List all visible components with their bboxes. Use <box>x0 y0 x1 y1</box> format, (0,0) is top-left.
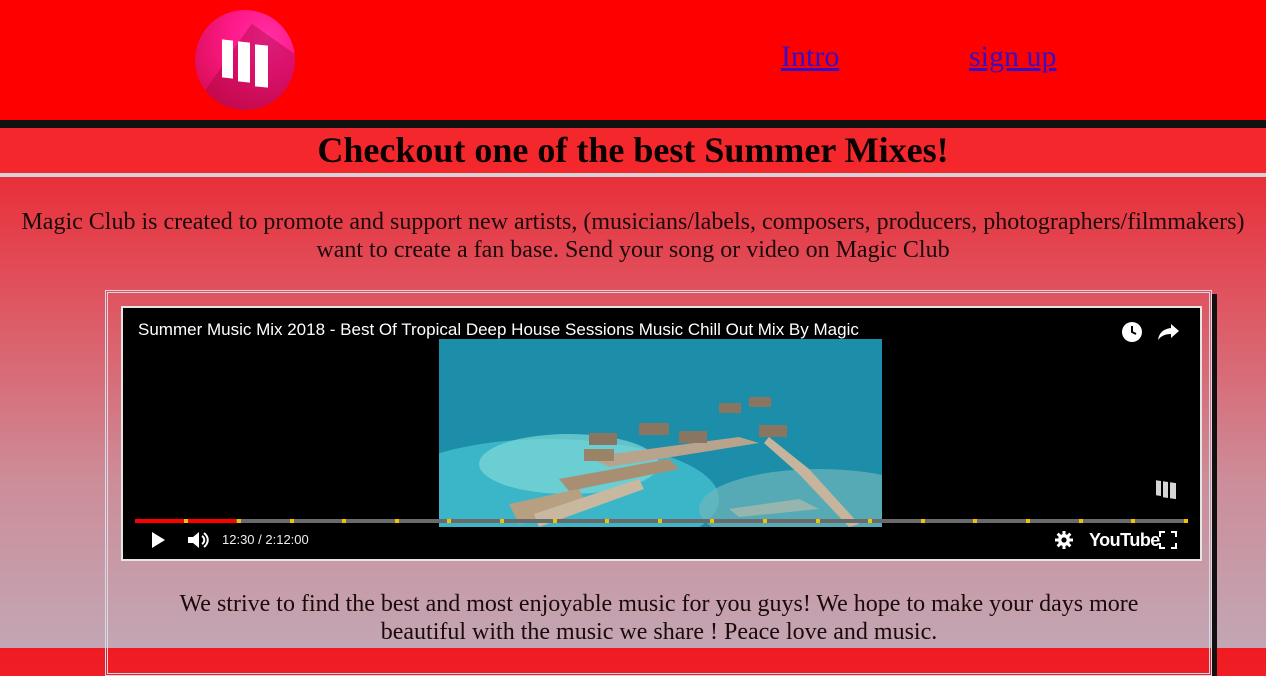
chapter-marker <box>289 519 294 523</box>
watch-later-icon[interactable] <box>1121 321 1143 343</box>
magic-club-logo[interactable] <box>195 10 295 110</box>
chapter-marker <box>1078 519 1083 523</box>
chapter-marker <box>342 519 347 523</box>
header-divider <box>0 120 1266 128</box>
share-icon[interactable] <box>1157 322 1181 342</box>
chapter-marker <box>868 519 873 523</box>
logo-bar-1 <box>222 39 233 79</box>
site-header: Intro sign up <box>0 0 1266 120</box>
youtube-logo[interactable]: YouTube <box>1089 530 1160 551</box>
logo-bar-3 <box>255 44 268 88</box>
chapter-marker <box>447 519 452 523</box>
chapter-marker <box>710 519 715 523</box>
chapter-marker <box>394 519 399 523</box>
resort-aerial-image <box>439 339 882 527</box>
play-icon[interactable] <box>150 531 166 549</box>
chapter-marker <box>763 519 768 523</box>
time-display: 12:30 / 2:12:00 <box>222 532 309 547</box>
logo-bar-2 <box>238 41 250 83</box>
chapter-marker <box>657 519 662 523</box>
chapter-marker <box>1026 519 1031 523</box>
chapter-marker <box>605 519 610 523</box>
mission-paragraph: We strive to find the best and most enjo… <box>120 590 1198 646</box>
mission-line-2: beautiful with the music we share ! Peac… <box>380 619 938 645</box>
video-player[interactable]: Summer Music Mix 2018 - Best Of Tropical… <box>121 306 1202 561</box>
chapter-marker <box>973 519 978 523</box>
chapter-marker <box>815 519 820 523</box>
chapter-marker <box>237 519 242 523</box>
chapter-marker <box>920 519 925 523</box>
progress-bar[interactable] <box>135 519 1188 523</box>
intro-line-2: want to create a fan base. Send your son… <box>316 237 950 263</box>
intro-paragraph: Magic Club is created to promote and sup… <box>0 208 1266 264</box>
chapter-marker <box>552 519 557 523</box>
nav-link-sign-up[interactable]: sign up <box>969 40 1057 74</box>
video-thumbnail <box>439 339 882 527</box>
channel-watermark-icon[interactable] <box>1154 477 1178 501</box>
chapter-marker <box>184 519 189 523</box>
chapter-marker <box>1183 519 1188 523</box>
video-title[interactable]: Summer Music Mix 2018 - Best Of Tropical… <box>138 320 859 340</box>
volume-icon[interactable] <box>187 530 211 550</box>
settings-icon[interactable] <box>1055 531 1073 549</box>
mission-line-1: We strive to find the best and most enjo… <box>179 591 1139 617</box>
page-title: Checkout one of the best Summer Mixes! <box>0 128 1266 177</box>
chapter-marker <box>500 519 505 523</box>
nav-link-intro[interactable]: Intro <box>781 40 839 74</box>
fullscreen-icon[interactable] <box>1159 531 1177 549</box>
intro-line-1: Magic Club is created to promote and sup… <box>21 209 1245 235</box>
chapter-marker <box>1131 519 1136 523</box>
